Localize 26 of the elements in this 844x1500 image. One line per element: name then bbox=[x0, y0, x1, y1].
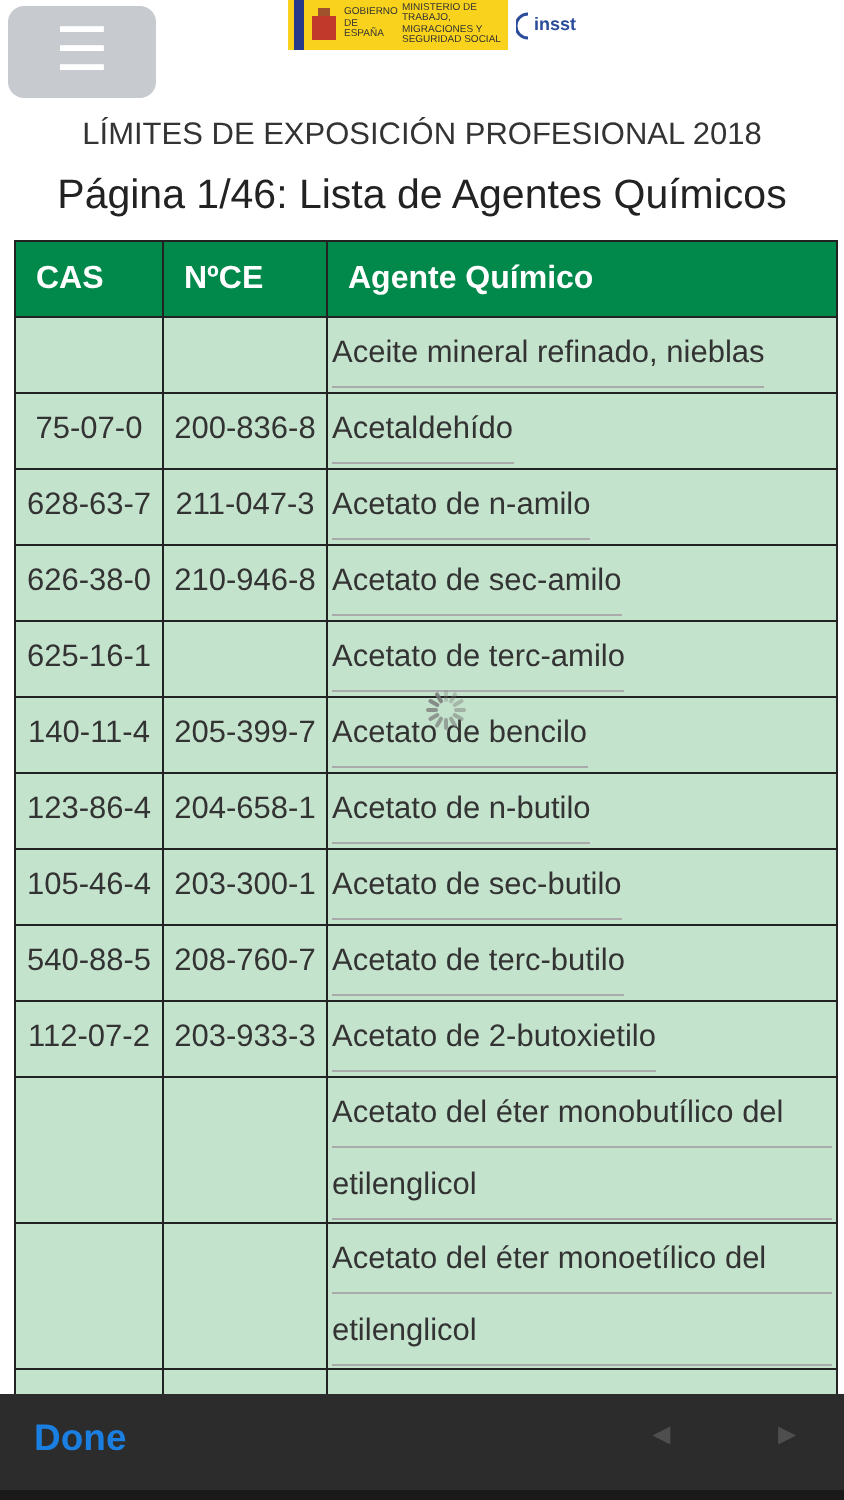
page-title: LÍMITES DE EXPOSICIÓN PROFESIONAL 2018 bbox=[80, 115, 764, 156]
table-cell: 75-07-0 bbox=[35, 412, 143, 446]
table-cell: 628-63-7 bbox=[26, 488, 152, 522]
table-cell: 208-760-7 bbox=[174, 944, 316, 978]
table-cell: 123-86-4 bbox=[26, 792, 152, 826]
column-header: Agente Químico bbox=[327, 241, 837, 317]
table-cell: 211-047-3 bbox=[175, 488, 315, 522]
column-header: CAS bbox=[15, 241, 163, 317]
table-cell: 140-11-4 bbox=[28, 716, 150, 750]
table-cell: 112-07-2 bbox=[28, 1020, 150, 1054]
table-cell: 200-836-8 bbox=[174, 412, 316, 446]
insst-logo-text: insst bbox=[533, 11, 576, 38]
table-cell: 625-16-1 bbox=[26, 640, 152, 674]
table-cell: 205-399-7 bbox=[174, 716, 316, 750]
table-cell: 540-88-5 bbox=[26, 944, 152, 978]
arc-icon bbox=[515, 11, 530, 39]
table-cell: 204-658-1 bbox=[174, 792, 316, 826]
table-cell: 203-300-1 bbox=[174, 868, 316, 902]
table-cell: 105-46-4 bbox=[26, 868, 152, 902]
crest-icon bbox=[309, 7, 338, 43]
table-cell: 203-933-3 bbox=[174, 1020, 316, 1054]
page-subtitle: Página 1/46: Lista de Agentes Químicos bbox=[55, 170, 789, 223]
flag-stripe-icon bbox=[293, 0, 304, 50]
table-cell: 626-38-0 bbox=[26, 564, 152, 598]
column-header: NºCE bbox=[163, 241, 327, 317]
table-cell: 210-946-8 bbox=[174, 564, 316, 598]
